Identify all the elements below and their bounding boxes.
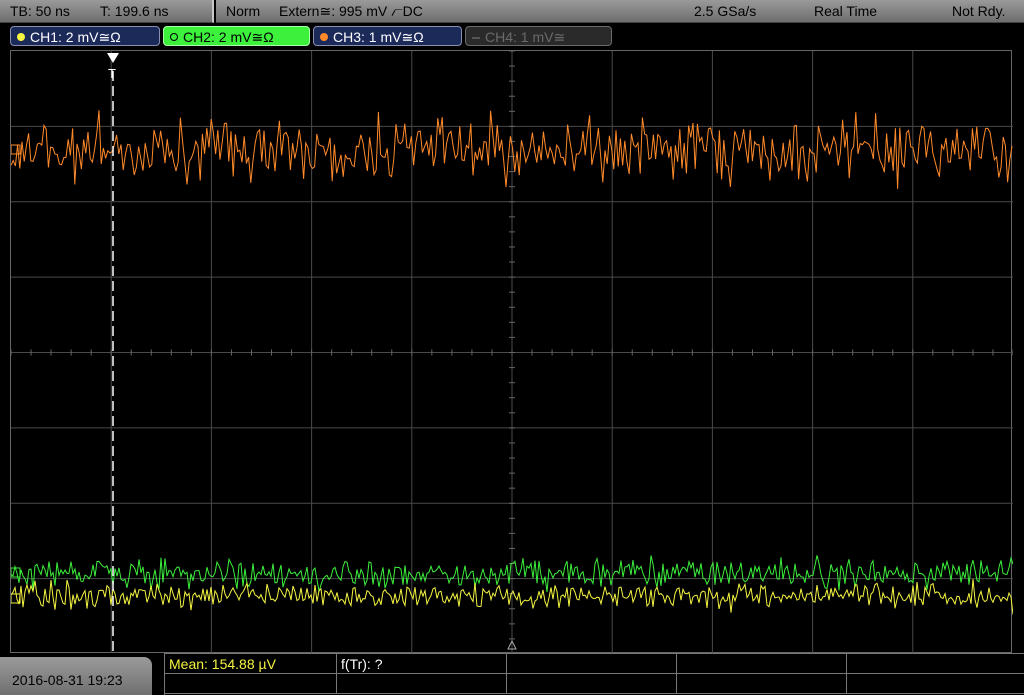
trigger-mode: Norm <box>226 3 261 19</box>
trigger-arrow-icon[interactable] <box>107 53 119 63</box>
trigger-time-readout: T: 199.6 ns <box>100 3 169 19</box>
measurement-slot-8[interactable] <box>507 674 677 694</box>
measurement-slot-9[interactable] <box>677 674 847 694</box>
channel-2-button[interactable]: CH2: 2 mV≅Ω <box>163 26 310 46</box>
channel-3-label: CH3: 1 mV≅Ω <box>333 29 424 45</box>
timebase-readout: TB: 50 ns <box>10 3 70 19</box>
sample-rate: 2.5 GSa/s <box>694 3 757 19</box>
measurement-slot-5[interactable] <box>847 654 1024 674</box>
timebase-panel[interactable]: TB: 50 ns T: 199.6 ns <box>0 0 214 23</box>
channel-1-indicator-icon <box>17 33 25 41</box>
channel-2-label: CH2: 2 mV≅Ω <box>183 29 274 45</box>
measurement-slot-10[interactable] <box>847 674 1024 694</box>
channel-bar: CH1: 2 mV≅Ω CH2: 2 mV≅Ω CH3: 1 mV≅Ω CH4:… <box>0 26 1024 48</box>
trigger-marker-label: T <box>108 66 116 81</box>
channel-4-label: CH4: 1 mV≅ <box>485 29 566 45</box>
trigger-status-panel[interactable]: Norm Extern≅: 995 mV ⦧DC 2.5 GSa/s Real … <box>216 0 1024 23</box>
measurement-slot-4[interactable] <box>677 654 847 674</box>
channel-3-button[interactable]: CH3: 1 mV≅Ω <box>313 26 462 46</box>
trigger-source: Extern≅: 995 mV ⦧DC <box>279 3 423 19</box>
measurement-slot-6[interactable] <box>165 674 337 694</box>
channel-1-button[interactable]: CH1: 2 mV≅Ω <box>10 26 160 46</box>
channel-1-label: CH1: 2 mV≅Ω <box>30 29 121 45</box>
datetime-readout: 2016-08-31 19:23 <box>12 672 123 688</box>
bottom-bar: 2016-08-31 19:23 Mean: 154.88 µV f(Tr): … <box>0 653 1024 695</box>
acquisition-status: Not Rdy. <box>952 3 1006 19</box>
channel-2-indicator-icon <box>170 33 178 41</box>
channel-4-indicator-icon <box>472 37 480 39</box>
waveform-display[interactable]: T <box>10 50 1013 654</box>
waveform-canvas: T <box>11 51 1013 654</box>
measurement-slot-3[interactable] <box>507 654 677 674</box>
measurement-panel[interactable]: Mean: 154.88 µV f(Tr): ? <box>164 653 1024 695</box>
channel-3-indicator-icon <box>320 33 328 41</box>
datetime-panel: 2016-08-31 19:23 <box>0 657 152 695</box>
measurement-slot-7[interactable] <box>337 674 507 694</box>
top-status-bar: TB: 50 ns T: 199.6 ns Norm Extern≅: 995 … <box>0 0 1024 24</box>
acquisition-mode: Real Time <box>814 3 878 19</box>
frequency-measurement[interactable]: f(Tr): ? <box>337 654 507 674</box>
mean-measurement[interactable]: Mean: 154.88 µV <box>165 654 337 674</box>
channel-4-button[interactable]: CH4: 1 mV≅ <box>465 26 612 46</box>
channel-1-offset-marker-icon[interactable] <box>11 593 21 604</box>
